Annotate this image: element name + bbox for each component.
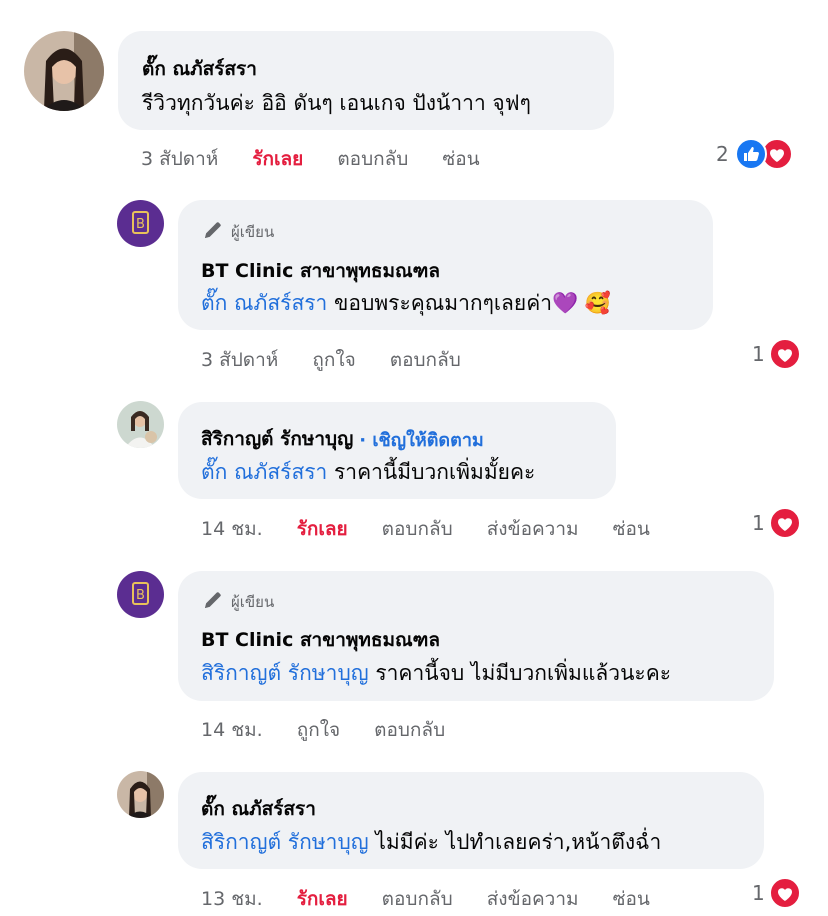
timestamp[interactable]: 14 ชม. [201,715,263,745]
author-badge: ผู้เขียน [201,218,274,246]
reaction-count: 1 [752,881,765,905]
reaction-count: 2 [716,142,729,166]
author-badge: ผู้เขียน [201,588,274,616]
message-button[interactable]: ส่งข้อความ [487,514,579,544]
avatar-bt-clinic[interactable]: B [117,200,164,247]
comment-actions: 13 ชม. รักเลย ตอบกลับ ส่งข้อความ ซ่อน [201,884,684,914]
commenter-name[interactable]: BT Clinic สาขาพุทธมณฑล [201,256,440,286]
comment-actions: 3 สัปดาห์ รักเลย ตอบกลับ ซ่อน [141,144,514,174]
comment-text: ตั๊ก ณภัสร์สรา ขอบพระคุณมากๆเลยค่า💜 🥰 [201,291,612,315]
pen-icon [201,588,225,616]
reaction-summary[interactable]: 2 [716,138,793,170]
reaction-summary[interactable]: 1 [752,877,801,909]
commenter-name[interactable]: สิริกาญต์ รักษาบุญ [201,424,353,454]
reply-button[interactable]: ตอบกลับ [337,144,408,174]
reply-button[interactable]: ตอบกลับ [374,715,445,745]
mention-link[interactable]: ตั๊ก ณภัสร์สรา [201,291,327,315]
timestamp[interactable]: 14 ชม. [201,514,263,544]
brand-logo-letter: B [136,217,145,232]
comment-text: ตั๊ก ณภัสร์สรา ราคานี้มีบวกเพิ่มมั้ยคะ [201,460,536,484]
follow-link[interactable]: · เชิญให้ติดตาม [359,425,484,454]
like-reaction-icon [734,138,767,170]
comment-actions: 3 สัปดาห์ ถูกใจ ตอบกลับ [201,345,495,375]
message-button[interactable]: ส่งข้อความ [487,884,579,914]
comment-actions: 14 ชม. ถูกใจ ตอบกลับ [201,715,479,745]
avatar-sirikan[interactable] [117,401,164,448]
reply-button[interactable]: ตอบกลับ [382,884,453,914]
comment-actions: 14 ชม. รักเลย ตอบกลับ ส่งข้อความ ซ่อน [201,514,684,544]
mention-link[interactable]: ตั๊ก ณภัสร์สรา [201,460,327,484]
commenter-name[interactable]: ตั๊ก ณภัสร์สรา [201,794,316,824]
reaction-count: 1 [752,342,765,366]
love-reaction-icon [768,507,801,539]
love-button[interactable]: รักเลย [252,144,303,174]
hide-button[interactable]: ซ่อน [442,144,479,174]
timestamp[interactable]: 3 สัปดาห์ [201,345,278,375]
avatar-tak[interactable] [24,31,104,111]
mention-link[interactable]: สิริกาญต์ รักษาบุญ [201,661,369,685]
reply-button[interactable]: ตอบกลับ [390,345,461,375]
comment-text: สิริกาญต์ รักษาบุญ ราคานี้จบ ไม่มีบวกเพิ… [201,661,672,685]
mention-link[interactable]: สิริกาญต์ รักษาบุญ [201,830,369,854]
love-button[interactable]: รักเลย [297,884,348,914]
reaction-summary[interactable]: 1 [752,338,801,370]
timestamp[interactable]: 3 สัปดาห์ [141,144,218,174]
love-reaction-icon [768,877,801,909]
timestamp[interactable]: 13 ชม. [201,884,263,914]
avatar-tak[interactable] [117,771,164,818]
hide-button[interactable]: ซ่อน [613,514,650,544]
comment-text: สิริกาญต์ รักษาบุญ ไม่มีค่ะ ไปทำเลยคร่า,… [201,830,662,854]
author-label: ผู้เขียน [231,223,275,241]
like-button[interactable]: ถูกใจ [312,345,355,375]
avatar-bt-clinic[interactable]: B [117,571,164,618]
like-button[interactable]: ถูกใจ [297,715,340,745]
commenter-name[interactable]: BT Clinic สาขาพุทธมณฑล [201,625,440,655]
brand-logo-letter: B [136,588,145,603]
reply-button[interactable]: ตอบกลับ [382,514,453,544]
love-reaction-icon [768,338,801,370]
commenter-header: สิริกาญต์ รักษาบุญ · เชิญให้ติดตาม [201,424,484,454]
author-label: ผู้เขียน [231,593,275,611]
hide-button[interactable]: ซ่อน [613,884,650,914]
comment-text: รีวิวทุกวันค่ะ อิอิ ดันๆ เอนเกจ ปังน้าาา… [142,91,531,115]
love-button[interactable]: รักเลย [297,514,348,544]
reaction-summary[interactable]: 1 [752,507,801,539]
commenter-name[interactable]: ตั๊ก ณภัสร์สรา [142,54,257,84]
pen-icon [201,218,225,246]
reaction-count: 1 [752,511,765,535]
